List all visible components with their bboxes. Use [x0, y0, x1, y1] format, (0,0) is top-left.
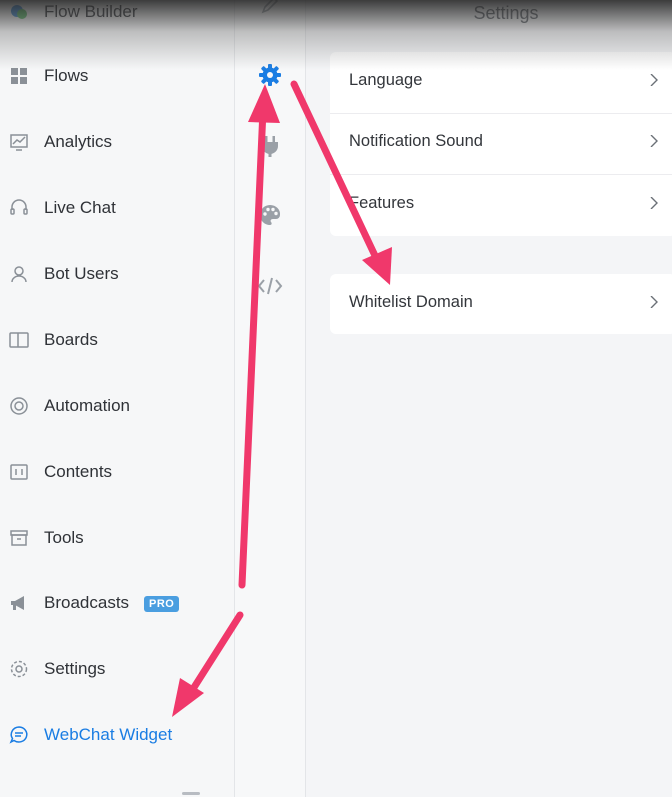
chat-icon	[9, 725, 29, 745]
plug-icon[interactable]	[255, 131, 285, 161]
sidebar-item-live-chat[interactable]: Live Chat	[0, 188, 234, 228]
scrollbar-handle[interactable]	[182, 792, 200, 795]
settings-card: Language Notification Sound Features	[330, 52, 672, 236]
sidebar-item-webchat-widget[interactable]: WebChat Widget	[0, 715, 234, 755]
chat-bubbles-icon	[9, 2, 29, 22]
sidebar-item-label: Tools	[44, 528, 84, 547]
sidebar-item-label: Live Chat	[44, 198, 116, 217]
contents-icon	[9, 462, 29, 482]
sidebar: Flow Builder Flows Analytics Live Chat B…	[0, 0, 235, 797]
sidebar-item-boards[interactable]: Boards	[0, 320, 234, 360]
sidebar-item-bot-users[interactable]: Bot Users	[0, 254, 234, 294]
chevron-right-icon	[650, 296, 658, 308]
sidebar-item-tools[interactable]: Tools	[0, 518, 234, 558]
sidebar-item-broadcasts[interactable]: Broadcasts PRO	[0, 583, 234, 623]
sidebar-item-label: Automation	[44, 396, 130, 415]
user-icon	[9, 264, 29, 284]
notification-sound-row[interactable]: Notification Sound	[330, 113, 672, 174]
widget-settings-nav	[235, 0, 306, 797]
features-row[interactable]: Features	[330, 175, 672, 236]
sidebar-item-analytics[interactable]: Analytics	[0, 122, 234, 162]
pencil-icon[interactable]	[255, 0, 285, 20]
megaphone-icon	[9, 593, 29, 613]
language-row[interactable]: Language	[330, 52, 672, 113]
chevron-right-icon	[650, 135, 658, 147]
sidebar-item-label: Contents	[44, 462, 113, 481]
sidebar-item-contents[interactable]: Contents	[0, 452, 234, 492]
sidebar-item-label: Boards	[44, 330, 98, 349]
whitelist-domain-row[interactable]: Whitelist Domain	[330, 274, 672, 335]
sidebar-item-label: Broadcasts	[44, 593, 130, 612]
settings-card: Whitelist Domain	[330, 274, 672, 334]
sidebar-item-label: WebChat Widget	[44, 725, 173, 744]
sidebar-item-automation[interactable]: Automation	[0, 386, 234, 426]
row-label: Notification Sound	[349, 132, 483, 150]
sidebar-item-flow-builder[interactable]: Flow Builder	[0, 0, 234, 32]
settings-panel: Settings Language Notification Sound Fea…	[306, 0, 672, 797]
gear-icon[interactable]	[255, 60, 285, 90]
page-title: Settings	[473, 3, 539, 23]
sidebar-item-settings[interactable]: Settings	[0, 649, 234, 689]
sidebar-item-label: Analytics	[44, 132, 113, 151]
sidebar-item-label: Flow Builder	[44, 2, 138, 21]
lifebuoy-icon	[9, 396, 29, 416]
row-label: Language	[349, 71, 423, 89]
grid-icon	[9, 66, 29, 86]
code-icon[interactable]	[255, 271, 285, 301]
pro-badge: PRO	[144, 596, 180, 612]
chevron-right-icon	[650, 74, 658, 86]
board-icon	[9, 330, 29, 350]
sidebar-item-flows[interactable]: Flows	[0, 56, 234, 96]
chevron-right-icon	[650, 197, 658, 209]
chart-icon	[9, 132, 29, 152]
row-label: Features	[349, 194, 415, 212]
sidebar-item-label: Flows	[44, 66, 89, 85]
sidebar-item-label: Settings	[44, 659, 106, 678]
row-label: Whitelist Domain	[349, 293, 473, 311]
gear-icon	[9, 659, 29, 679]
sidebar-item-label: Bot Users	[44, 264, 119, 283]
palette-icon[interactable]	[255, 200, 285, 230]
archive-icon	[9, 528, 29, 548]
headset-icon	[9, 198, 29, 218]
